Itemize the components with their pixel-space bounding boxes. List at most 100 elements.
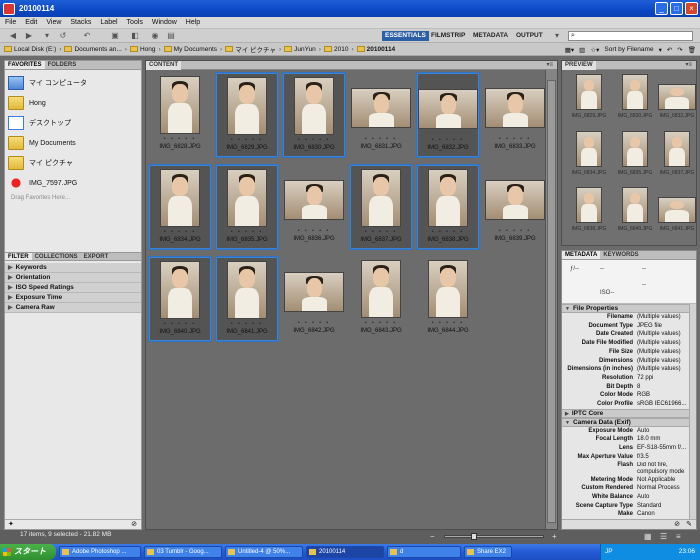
thumbnail-item[interactable]: • • • • • IMG_6832.JPG: [416, 72, 480, 158]
output-icon[interactable]: ▤: [166, 31, 176, 40]
menu-help[interactable]: Help: [186, 19, 200, 26]
thumbnail-item[interactable]: • • • • • IMG_6834.JPG: [148, 164, 212, 250]
task-photoshop[interactable]: Adobe Photoshop ...: [59, 546, 141, 558]
chevron-down-icon[interactable]: ▾: [42, 31, 52, 40]
breadcrumb-my-documents[interactable]: My Documents ›: [163, 46, 222, 53]
recent-icon[interactable]: ↺: [58, 31, 68, 40]
rating-stars[interactable]: • • • • •: [349, 320, 413, 326]
thumbnail-item[interactable]: • • • • • IMG_6839.JPG: [483, 164, 547, 250]
favorite-img-7597[interactable]: IMG_7597.JPG: [8, 173, 138, 193]
star-filter-icon[interactable]: ☆▾: [590, 46, 599, 54]
sort-dropdown[interactable]: Sort by Filename: [604, 46, 653, 53]
maximize-button[interactable]: □: [670, 2, 683, 15]
favorite-my-computer[interactable]: マイ コンピュータ: [8, 73, 138, 93]
chevron-down-icon[interactable]: ▾: [659, 46, 662, 54]
preview-thumbnail[interactable]: [622, 131, 648, 167]
rotate-right-icon[interactable]: ↷: [677, 46, 682, 54]
minimize-button[interactable]: _: [655, 2, 668, 15]
filter-orientation[interactable]: ▶ Orientation: [5, 273, 141, 283]
workspace-menu-icon[interactable]: ▾: [552, 31, 562, 40]
rating-stars[interactable]: • • • • •: [417, 137, 479, 143]
rating-stars[interactable]: • • • • •: [149, 229, 211, 235]
breadcrumb-documents[interactable]: Documents an... ›: [64, 46, 127, 53]
workspace-filmstrip[interactable]: FILMSTRIP: [428, 31, 468, 41]
filter-exposure-time[interactable]: ▶ Exposure Time: [5, 293, 141, 303]
rating-stars[interactable]: • • • • •: [216, 229, 278, 235]
thumbnail-item[interactable]: • • • • • IMG_6838.JPG: [416, 164, 480, 250]
panel-menu-icon[interactable]: ▾≡: [546, 61, 553, 70]
content-scrollbar[interactable]: [545, 70, 557, 529]
metadata-scrollbar[interactable]: [689, 304, 696, 519]
clear-icon[interactable]: ⊘: [674, 520, 680, 528]
thumbnail-item[interactable]: • • • • • IMG_6836.JPG: [282, 164, 346, 250]
filter-camera-raw[interactable]: ▶ Camera Raw: [5, 303, 141, 313]
thumbnail-item[interactable]: • • • • • IMG_6828.JPG: [148, 72, 212, 158]
workspace-metadata[interactable]: METADATA: [470, 31, 511, 41]
language-indicator[interactable]: JP: [605, 544, 613, 560]
rating-stars[interactable]: • • • • •: [216, 137, 278, 143]
breadcrumb-20100114[interactable]: 20100114: [356, 46, 395, 53]
tab-metadata[interactable]: METADATA: [562, 251, 601, 259]
panel-menu-icon[interactable]: ▾≡: [685, 61, 692, 70]
preview-thumbnail[interactable]: [622, 74, 648, 110]
preview-thumbnail[interactable]: [576, 187, 602, 223]
rotate-left-icon[interactable]: ↶: [667, 46, 672, 54]
rating-stars[interactable]: • • • • •: [350, 229, 412, 235]
rating-stars[interactable]: • • • • •: [416, 320, 480, 326]
rating-stars[interactable]: • • • • •: [282, 320, 346, 326]
preview-thumbnail[interactable]: [658, 84, 696, 110]
section-iptc-core[interactable]: ▶ IPTC Core: [562, 408, 696, 418]
thumbnail-item[interactable]: • • • • • IMG_6840.JPG: [148, 256, 212, 342]
thumbnail-item[interactable]: • • • • • IMG_6829.JPG: [215, 72, 279, 158]
rating-stars[interactable]: • • • • •: [282, 228, 346, 234]
favorite-my-documents[interactable]: My Documents: [8, 133, 138, 153]
tab-keywords[interactable]: KEYWORDS: [600, 251, 641, 259]
rating-stars[interactable]: • • • • •: [483, 228, 547, 234]
thumbnail-item[interactable]: • • • • • IMG_6831.JPG: [349, 72, 413, 158]
preview-thumbnail[interactable]: [658, 197, 696, 223]
search-input[interactable]: ⌕: [568, 31, 693, 41]
thumbnail-item[interactable]: • • • • • IMG_6837.JPG: [349, 164, 413, 250]
rating-stars[interactable]: • • • • •: [483, 136, 547, 142]
slider-knob[interactable]: [471, 533, 477, 540]
tab-export[interactable]: EXPORT: [81, 253, 112, 260]
tab-preview[interactable]: PREVIEW: [562, 61, 596, 70]
tab-collections[interactable]: COLLECTIONS: [32, 253, 81, 260]
menu-file[interactable]: File: [5, 19, 16, 26]
thumbnail-item[interactable]: • • • • • IMG_6833.JPG: [483, 72, 547, 158]
task-bridge[interactable]: 20100114: [306, 546, 384, 558]
preview-thumbnail[interactable]: [576, 131, 602, 167]
preview-thumbnail[interactable]: [622, 187, 648, 223]
thumbnail-item[interactable]: • • • • • IMG_6841.JPG: [215, 256, 279, 342]
menu-window[interactable]: Window: [152, 19, 177, 26]
zoom-out-icon[interactable]: −: [430, 532, 435, 541]
forward-arrow-icon[interactable]: ▶: [24, 31, 34, 40]
rating-stars[interactable]: • • • • •: [149, 321, 211, 327]
filter-iso[interactable]: ▶ ISO Speed Ratings: [5, 283, 141, 293]
rating-stars[interactable]: • • • • •: [216, 321, 278, 327]
section-file-properties[interactable]: ▼ File Properties: [562, 304, 696, 313]
menu-stacks[interactable]: Stacks: [70, 19, 91, 26]
breadcrumb-2010[interactable]: 2010 ›: [323, 46, 354, 53]
task-share-ex2[interactable]: Share EX2: [464, 546, 512, 558]
clear-filter-icon[interactable]: ⊘: [131, 520, 137, 528]
thumbnail-item[interactable]: • • • • • IMG_6842.JPG: [282, 256, 346, 342]
zoom-in-icon[interactable]: +: [552, 532, 557, 541]
favorite-hong[interactable]: Hong: [8, 93, 138, 113]
task-browser[interactable]: 03 Tumblr - Goog...: [144, 546, 222, 558]
menu-edit[interactable]: Edit: [25, 19, 37, 26]
pin-icon[interactable]: ✦: [8, 520, 14, 528]
view-options-icon[interactable]: ▦▾: [565, 46, 574, 54]
rating-stars[interactable]: • • • • •: [283, 137, 345, 143]
grid-icon[interactable]: ▥: [579, 46, 585, 54]
view-thumbnails-icon[interactable]: ▦: [644, 532, 652, 541]
rating-stars[interactable]: • • • • •: [417, 229, 479, 235]
breadcrumb-junyun[interactable]: JunYun ›: [284, 46, 321, 53]
menu-tools[interactable]: Tools: [127, 19, 143, 26]
favorite-desktop[interactable]: デスクトップ: [8, 113, 138, 133]
thumbnail-size-slider[interactable]: [444, 533, 544, 540]
preview-thumbnail[interactable]: [664, 131, 690, 167]
breadcrumb-local-disk[interactable]: Local Disk (E:) ›: [4, 46, 61, 53]
task-folder-d[interactable]: d: [387, 546, 461, 558]
camera-icon[interactable]: ▣: [110, 31, 120, 40]
